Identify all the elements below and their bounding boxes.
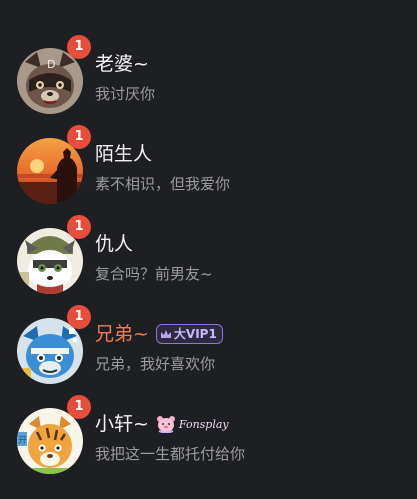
conversation-list: D 1 老婆~ 我讨厌你 1 陌生人 素不相识，但我爱你 1 仇人 复合吗？前男… [0, 0, 417, 499]
avatar[interactable]: 1 [17, 305, 91, 384]
last-message: 兄弟，我好喜欢你 [95, 355, 216, 373]
contact-name: 老婆~ [95, 53, 149, 75]
svg-text:开: 开 [18, 435, 27, 446]
name-line: 小轩~ Fonsplay [95, 410, 229, 438]
unread-badge: 1 [67, 125, 91, 149]
name-decoration: Fonsplay [156, 415, 229, 433]
conversation-row[interactable]: 1 兄弟~ 大VIP1 兄弟，我好喜欢你 [0, 305, 417, 404]
name-line: 仇人 [95, 230, 133, 258]
decoration-text: Fonsplay [178, 417, 229, 431]
svg-text:D: D [47, 58, 55, 71]
unread-badge: 1 [67, 215, 91, 239]
unread-badge: 1 [67, 395, 91, 419]
avatar[interactable]: 1 [17, 215, 91, 294]
vip-label: 大VIP1 [173, 327, 217, 341]
name-line: 兄弟~ 大VIP1 [95, 320, 223, 348]
bear-icon [156, 416, 175, 433]
contact-name: 小轩~ [95, 413, 149, 435]
conversation-row[interactable]: 开 1 小轩~ Fonsplay 我把这一生都托付给你 [0, 395, 417, 494]
name-line: 陌生人 [95, 140, 152, 168]
conversation-row[interactable]: 1 仇人 复合吗？前男友~ [0, 215, 417, 314]
contact-name: 兄弟~ [95, 323, 149, 345]
avatar[interactable]: D 1 [17, 35, 91, 114]
last-message: 我把这一生都托付给你 [95, 445, 246, 463]
avatar[interactable]: 1 [17, 125, 91, 204]
contact-name: 陌生人 [95, 143, 153, 165]
crown-icon [160, 329, 172, 339]
last-message: 素不相识，但我爱你 [95, 175, 231, 193]
vip-badge: 大VIP1 [155, 324, 223, 344]
unread-badge: 1 [67, 305, 91, 329]
last-message: 复合吗？前男友~ [95, 265, 213, 283]
avatar[interactable]: 开 1 [17, 395, 91, 474]
unread-badge: 1 [67, 35, 91, 59]
conversation-row[interactable]: D 1 老婆~ 我讨厌你 [0, 35, 417, 134]
name-line: 老婆~ [95, 50, 149, 78]
contact-name: 仇人 [95, 233, 134, 255]
conversation-row[interactable]: 1 陌生人 素不相识，但我爱你 [0, 125, 417, 224]
last-message: 我讨厌你 [95, 85, 156, 103]
